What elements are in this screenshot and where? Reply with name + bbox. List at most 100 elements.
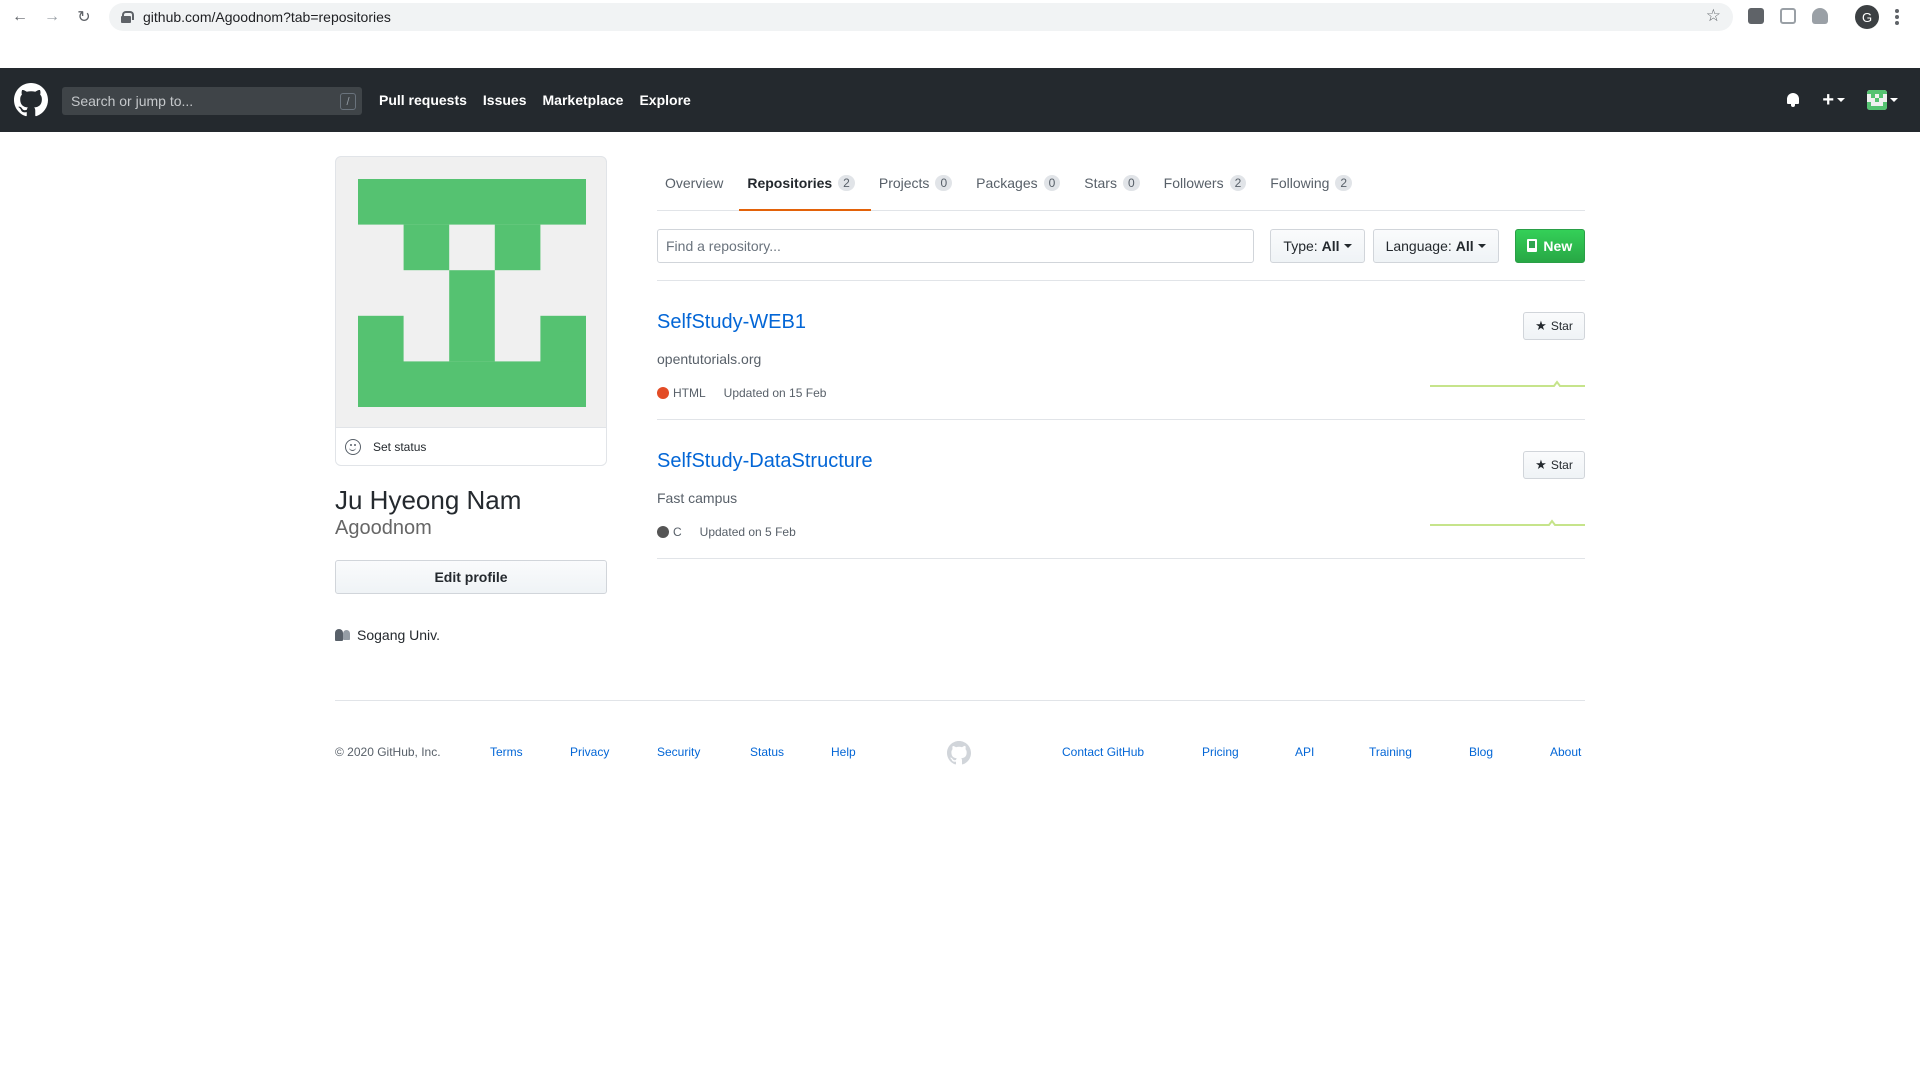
edit-profile-button[interactable]: Edit profile [335, 560, 607, 594]
language-filter-value: All [1455, 237, 1474, 254]
activity-sparkline [1430, 519, 1585, 526]
new-repository-button[interactable]: New [1514, 228, 1585, 263]
profile-organization: Sogang Univ. [335, 627, 607, 643]
footer-link-terms[interactable]: Terms [490, 745, 523, 759]
language-filter-label: Language: [1385, 237, 1452, 254]
tab-projects[interactable]: Projects 0 [871, 175, 968, 211]
tab-count: 2 [1229, 175, 1247, 191]
repo-meta: HTML Updated on 15 Feb [657, 386, 826, 400]
set-status-label: Set status [373, 440, 427, 454]
search-shortcut-key: / [340, 93, 356, 110]
language-color-dot [657, 526, 669, 538]
footer-link-status[interactable]: Status [750, 745, 784, 759]
footer-link-privacy[interactable]: Privacy [570, 745, 609, 759]
browser-profile-avatar[interactable]: G [1855, 5, 1879, 29]
profile-tabs: Overview Repositories 2 Projects 0 Package… [657, 156, 1585, 211]
type-filter-dropdown[interactable]: Type: All [1270, 228, 1365, 263]
user-menu-dropdown[interactable] [1867, 90, 1898, 110]
repositories-panel: Overview Repositories 2 Projects 0 Package… [657, 156, 1585, 559]
tab-label: Followers [1163, 175, 1224, 191]
create-new-dropdown[interactable]: + [1822, 90, 1845, 110]
tab-stars[interactable]: Stars 0 [1076, 175, 1155, 211]
browser-menu-icon[interactable] [1895, 9, 1899, 25]
global-search[interactable]: / [62, 87, 362, 115]
tab-label: Repositories [747, 175, 833, 191]
find-repository-input[interactable] [657, 228, 1255, 263]
reload-icon[interactable]: ↻ [73, 6, 95, 28]
people-icon [335, 629, 351, 641]
chevron-down-icon [1477, 243, 1486, 248]
repo-name-link[interactable]: SelfStudy-WEB1 [657, 311, 806, 334]
organization-label: Sogang Univ. [357, 627, 441, 643]
global-search-input[interactable] [62, 93, 312, 109]
star-button[interactable]: ★ Star [1523, 451, 1585, 479]
star-label: Star [1550, 458, 1573, 472]
address-bar[interactable]: github.com/Agoodnom?tab=repositories ☆ [109, 3, 1733, 31]
repo-description: Fast campus [657, 490, 738, 506]
footer-link-pricing[interactable]: Pricing [1202, 745, 1239, 759]
tab-repositories[interactable]: Repositories 2 [739, 175, 871, 211]
github-mark-icon[interactable] [947, 741, 971, 765]
repo-filter-bar: Type: All Language: All New [657, 211, 1585, 281]
github-logo-icon[interactable] [14, 83, 48, 117]
repo-updated: Updated on 15 Feb [723, 386, 827, 400]
star-icon: ★ [1535, 457, 1547, 472]
footer-link-help[interactable]: Help [831, 745, 856, 759]
footer-link-about[interactable]: About [1550, 745, 1581, 759]
identicon-image [358, 179, 586, 407]
avatar [1867, 90, 1887, 110]
bookmark-star-icon[interactable]: ☆ [1706, 6, 1721, 26]
profile-username: Agoodnom [335, 517, 432, 539]
tab-label: Stars [1084, 175, 1117, 191]
repo-book-icon [1527, 239, 1538, 252]
activity-sparkline [1430, 380, 1585, 387]
footer-link-training[interactable]: Training [1369, 745, 1412, 759]
repo-language: HTML [673, 386, 706, 400]
profile-full-name: Ju Hyeong Nam [335, 485, 522, 515]
back-arrow-icon[interactable]: ← [9, 6, 31, 28]
repo-updated: Updated on 5 Feb [699, 525, 796, 539]
profile-avatar[interactable]: Set status [335, 156, 607, 466]
tab-count: 2 [1335, 175, 1353, 191]
browser-toolbar: ← → ↻ github.com/Agoodnom?tab=repositori… [0, 0, 1920, 34]
tab-count: 0 [1122, 175, 1140, 191]
tab-following[interactable]: Following 2 [1262, 175, 1368, 211]
footer-link-contact[interactable]: Contact GitHub [1062, 745, 1144, 759]
extension-icon[interactable] [1780, 8, 1796, 24]
nav-explore[interactable]: Explore [639, 92, 690, 108]
star-label: Star [1550, 319, 1573, 333]
extension-icon[interactable] [1812, 8, 1828, 24]
tab-packages[interactable]: Packages 0 [968, 175, 1076, 211]
header-nav: Pull requests Issues Marketplace Explore [379, 92, 691, 108]
tab-label: Packages [976, 175, 1038, 191]
forward-arrow-icon[interactable]: → [41, 6, 63, 28]
repo-name-link[interactable]: SelfStudy-DataStructure [657, 450, 873, 473]
tab-overview[interactable]: Overview [657, 175, 739, 211]
language-filter-dropdown[interactable]: Language: All [1372, 228, 1499, 263]
footer-link-security[interactable]: Security [657, 745, 700, 759]
extension-icon[interactable] [1748, 8, 1764, 24]
nav-marketplace[interactable]: Marketplace [543, 92, 624, 108]
language-color-dot [657, 387, 669, 399]
smiley-icon [345, 439, 361, 455]
chevron-down-icon [1837, 98, 1845, 102]
tab-label: Following [1270, 175, 1330, 191]
nav-issues[interactable]: Issues [483, 92, 527, 108]
footer-link-blog[interactable]: Blog [1469, 745, 1493, 759]
address-url[interactable]: github.com/Agoodnom?tab=repositories [143, 9, 391, 25]
tab-followers[interactable]: Followers 2 [1156, 175, 1263, 211]
star-button[interactable]: ★ Star [1523, 312, 1585, 340]
bell-icon[interactable] [1786, 92, 1800, 108]
star-icon: ★ [1535, 318, 1547, 333]
set-status-button[interactable]: Set status [336, 427, 606, 465]
lock-icon [121, 11, 134, 23]
tab-count: 2 [838, 175, 855, 191]
type-filter-value: All [1321, 237, 1340, 254]
nav-pull-requests[interactable]: Pull requests [379, 92, 467, 108]
footer-copyright: © 2020 GitHub, Inc. [335, 745, 441, 759]
footer-link-api[interactable]: API [1295, 745, 1314, 759]
repo-list-item: SelfStudy-WEB1 opentutorials.org HTML Up… [657, 281, 1585, 420]
profile-sidebar: Set status Ju Hyeong Nam Agoodnom Edit p… [335, 156, 607, 643]
new-button-label: New [1543, 237, 1573, 254]
header-actions: + [1786, 90, 1898, 110]
